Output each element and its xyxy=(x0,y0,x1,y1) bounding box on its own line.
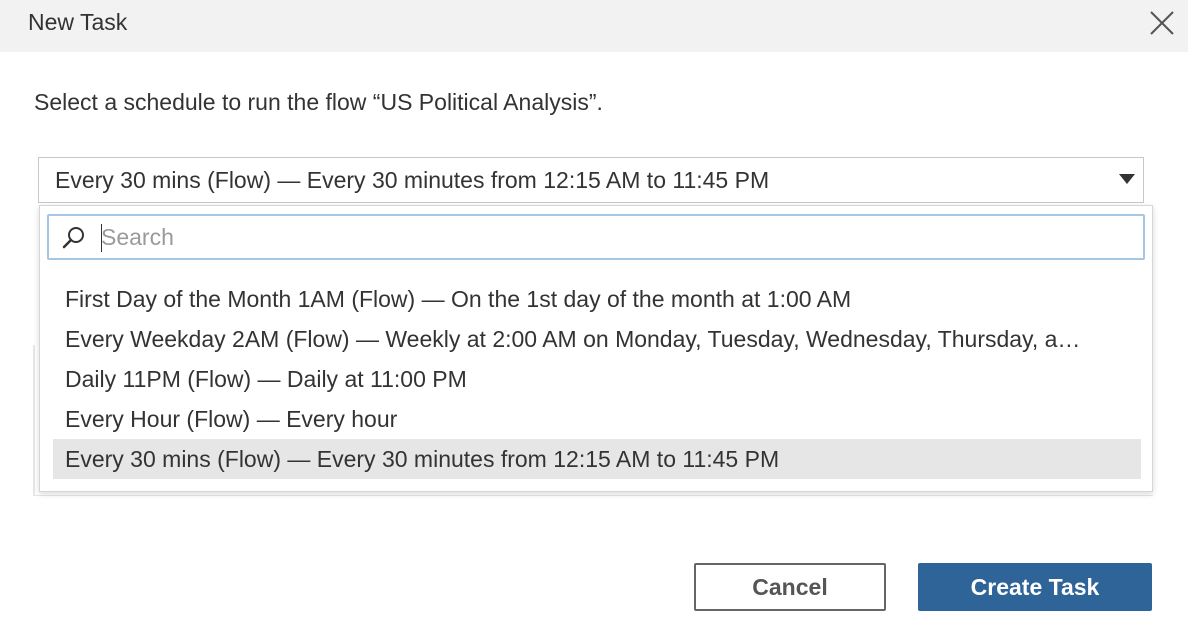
dialog-prompt: Select a schedule to run the flow “US Po… xyxy=(34,89,603,115)
schedule-options: First Day of the Month 1AM (Flow) — On t… xyxy=(53,279,1141,479)
schedule-option[interactable]: First Day of the Month 1AM (Flow) — On t… xyxy=(53,279,1141,319)
background-divider xyxy=(33,495,1153,496)
create-task-button[interactable]: Create Task xyxy=(918,563,1152,611)
schedule-option[interactable]: Every Weekday 2AM (Flow) — Weekly at 2:0… xyxy=(53,319,1141,359)
text-cursor xyxy=(101,224,102,252)
dialog-title: New Task xyxy=(28,9,128,35)
background-divider xyxy=(33,345,35,495)
close-icon[interactable] xyxy=(1148,9,1176,37)
schedule-select-value: Every 30 mins (Flow) — Every 30 minutes … xyxy=(55,167,770,193)
search-input[interactable] xyxy=(101,221,1131,253)
schedule-option[interactable]: Daily 11PM (Flow) — Daily at 11:00 PM xyxy=(53,359,1141,399)
schedule-option[interactable]: Every Hour (Flow) — Every hour xyxy=(53,399,1141,439)
cancel-button[interactable]: Cancel xyxy=(694,563,886,611)
schedule-select[interactable]: Every 30 mins (Flow) — Every 30 minutes … xyxy=(38,157,1144,203)
chevron-down-icon[interactable] xyxy=(1119,174,1135,184)
search-icon xyxy=(61,225,87,251)
dialog-header: New Task xyxy=(0,0,1188,52)
schedule-option-selected[interactable]: Every 30 mins (Flow) — Every 30 minutes … xyxy=(53,439,1141,479)
search-box[interactable] xyxy=(47,214,1145,260)
schedule-dropdown: First Day of the Month 1AM (Flow) — On t… xyxy=(39,205,1153,492)
